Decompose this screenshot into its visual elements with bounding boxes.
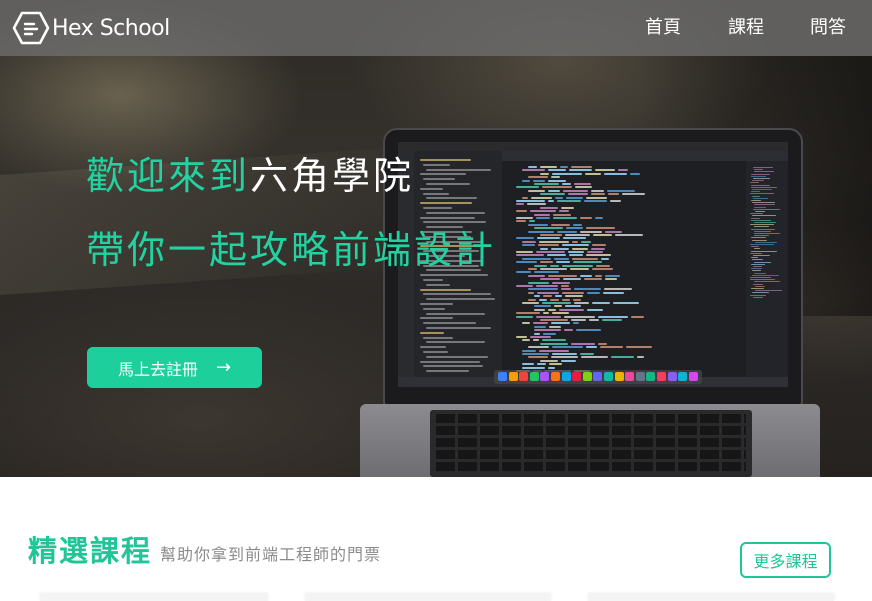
brand-logo-link[interactable]: Hex School <box>12 10 170 46</box>
course-card[interactable] <box>588 594 834 601</box>
course-card[interactable] <box>305 594 551 601</box>
register-button-label: 馬上去註冊 <box>117 359 198 379</box>
hero-banner: 歡迎來到六角學院 帶你一起攻略前端設計 馬上去註冊 → <box>0 0 872 477</box>
hero-headline-line1: 歡迎來到六角學院 <box>86 152 414 200</box>
brand-name: Hex School <box>52 15 170 41</box>
featured-courses-title: 精選課程 <box>28 534 153 568</box>
nav-link-home[interactable]: 首頁 <box>645 16 681 40</box>
hero-headline-line2: 帶你一起攻略前端設計 <box>86 228 497 272</box>
nav-link-qa[interactable]: 問答 <box>810 16 846 40</box>
course-card[interactable] <box>40 594 268 601</box>
hero-headline-brand: 六角學院 <box>250 154 415 198</box>
navbar: Hex School 首頁 課程 問答 <box>0 0 872 56</box>
hexagon-logo-icon <box>12 11 50 45</box>
featured-courses-subtitle: 幫助你拿到前端工程師的門票 <box>160 545 382 564</box>
nav-link-courses[interactable]: 課程 <box>728 16 764 40</box>
arrow-right-icon: → <box>215 357 232 378</box>
hero-headline-accent: 歡迎來到 <box>86 154 251 198</box>
more-courses-button[interactable]: 更多課程 <box>740 542 831 578</box>
register-button[interactable]: 馬上去註冊 → <box>87 347 262 388</box>
